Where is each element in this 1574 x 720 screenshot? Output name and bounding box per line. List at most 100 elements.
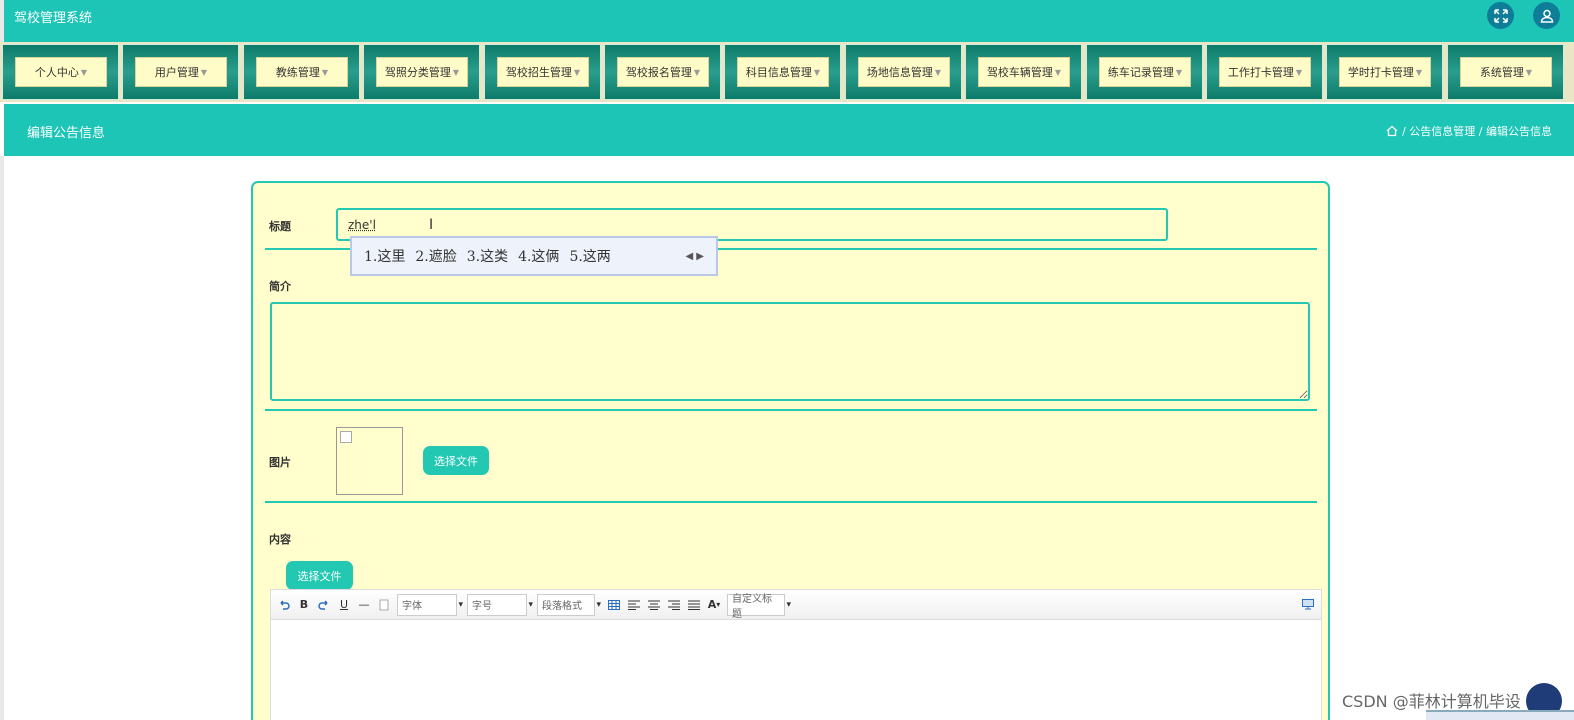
editor-toolbar: B U — 字体 字号 段落格式 A▾ 自定义标题 bbox=[271, 590, 1321, 620]
nav-item-coach-management[interactable]: 教练管理 ▼ bbox=[243, 44, 360, 100]
align-center-icon[interactable] bbox=[647, 596, 661, 614]
nav-button[interactable]: 驾校报名管理 ▼ bbox=[617, 57, 709, 87]
nav-label: 驾校报名管理 bbox=[625, 66, 692, 79]
redo-icon[interactable] bbox=[317, 596, 331, 614]
undo-icon[interactable] bbox=[277, 596, 291, 614]
nav-item-enrollment[interactable]: 驾校招生管理 ▼ bbox=[484, 44, 601, 100]
nav-button[interactable]: 驾校车辆管理 ▼ bbox=[978, 57, 1070, 87]
top-bar: 驾校管理系统 bbox=[0, 0, 1574, 42]
nav-item-venue-info[interactable]: 场地信息管理 ▼ bbox=[845, 44, 962, 100]
caret-down-icon: ▼ bbox=[80, 67, 88, 77]
image-label: 图片 bbox=[269, 456, 291, 469]
caret-down-icon: ▼ bbox=[452, 67, 460, 77]
table-icon[interactable] bbox=[607, 596, 621, 614]
fullscreen-button[interactable] bbox=[1487, 2, 1514, 29]
nav-button[interactable]: 驾校招生管理 ▼ bbox=[497, 57, 589, 87]
nav-button[interactable]: 科目信息管理 ▼ bbox=[737, 57, 829, 87]
nav-button[interactable]: 系统管理 ▼ bbox=[1460, 57, 1552, 87]
page-header: 编辑公告信息 / 公告信息管理 / 编辑公告信息 bbox=[4, 104, 1574, 156]
nav-item-hours-checkin[interactable]: 学时打卡管理 ▼ bbox=[1326, 44, 1443, 100]
nav-label: 练车记录管理 bbox=[1107, 66, 1174, 79]
nav-item-work-checkin[interactable]: 工作打卡管理 ▼ bbox=[1206, 44, 1323, 100]
caret-down-icon: ▼ bbox=[573, 67, 581, 77]
image-preview bbox=[336, 427, 403, 495]
left-edge bbox=[0, 156, 4, 720]
broken-image-icon bbox=[340, 431, 352, 443]
horizontal-rule-button[interactable]: — bbox=[357, 596, 371, 614]
nav-item-personal-center[interactable]: 个人中心 ▼ bbox=[2, 44, 119, 100]
align-right-icon[interactable] bbox=[667, 596, 681, 614]
font-size-select[interactable]: 字号 bbox=[467, 593, 533, 616]
caret-down-icon: ▼ bbox=[1525, 67, 1533, 77]
underline-button[interactable]: U bbox=[337, 596, 351, 614]
nav-button[interactable]: 用户管理 ▼ bbox=[135, 57, 227, 87]
align-left-icon[interactable] bbox=[627, 596, 641, 614]
nav-item-practice-records[interactable]: 练车记录管理 ▼ bbox=[1086, 44, 1203, 100]
bold-button[interactable]: B bbox=[297, 596, 311, 614]
watermark: CSDN @菲林计算机毕设 bbox=[1342, 692, 1521, 711]
divider bbox=[265, 501, 1317, 503]
intro-textarea[interactable] bbox=[270, 302, 1310, 401]
caret-down-icon: ▼ bbox=[813, 67, 821, 77]
main-nav: 个人中心 ▼ 用户管理 ▼ 教练管理 ▼ 驾照分类管理 ▼ 驾校招生管理 ▼ 驾校报名管理… bbox=[0, 42, 1574, 102]
nav-button[interactable]: 场地信息管理 ▼ bbox=[858, 57, 950, 87]
nav-button[interactable]: 教练管理 ▼ bbox=[256, 57, 348, 87]
nav-button[interactable]: 工作打卡管理 ▼ bbox=[1219, 57, 1311, 87]
ime-candidate-popup: 1.这里 2.遮脸 3.这类 4.这俩 5.这两 ◀ ▶ bbox=[350, 236, 718, 276]
edit-form: 标题 I 简介 图片 选择文件 内容 选择文件 B U — 字体 字号 段落格式… bbox=[251, 181, 1330, 720]
nav-item-license-category[interactable]: 驾照分类管理 ▼ bbox=[363, 44, 480, 100]
justify-icon[interactable] bbox=[687, 596, 701, 614]
paragraph-format-select[interactable]: 段落格式 bbox=[537, 593, 601, 616]
font-color-label: A bbox=[707, 598, 717, 611]
nav-item-user-management[interactable]: 用户管理 ▼ bbox=[122, 44, 239, 100]
caret-down-icon: ▼ bbox=[321, 67, 329, 77]
divider bbox=[265, 409, 1317, 411]
nav-label: 驾校招生管理 bbox=[505, 66, 572, 79]
caret-down-icon: ▼ bbox=[934, 67, 942, 77]
caret-down-icon: ▼ bbox=[1054, 67, 1062, 77]
nav-label: 教练管理 bbox=[275, 66, 320, 79]
caret-down-icon: ▼ bbox=[1175, 67, 1183, 77]
choose-image-button[interactable]: 选择文件 bbox=[423, 446, 489, 475]
user-button[interactable] bbox=[1533, 2, 1560, 29]
text-cursor-icon: I bbox=[429, 217, 434, 233]
custom-title-select[interactable]: 自定义标题 bbox=[727, 593, 791, 620]
font-color-button[interactable]: A ▾ bbox=[707, 596, 721, 614]
fullscreen-icon bbox=[1493, 8, 1508, 23]
caret-down-icon: ▼ bbox=[1295, 67, 1303, 77]
nav-item-system[interactable]: 系统管理 ▼ bbox=[1447, 44, 1564, 100]
nav-label: 学时打卡管理 bbox=[1347, 66, 1414, 79]
nav-label: 用户管理 bbox=[154, 66, 199, 79]
content-choose-file-button[interactable]: 选择文件 bbox=[286, 561, 353, 590]
app-title: 驾校管理系统 bbox=[14, 11, 93, 26]
rich-text-editor[interactable]: B U — 字体 字号 段落格式 A▾ 自定义标题 bbox=[270, 589, 1322, 720]
page-icon[interactable] bbox=[377, 596, 391, 614]
monitor-icon[interactable] bbox=[1301, 596, 1315, 614]
nav-button[interactable]: 驾照分类管理 ▼ bbox=[376, 57, 468, 87]
ime-candidate[interactable]: 3.这类 bbox=[467, 246, 508, 266]
nav-item-registration[interactable]: 驾校报名管理 ▼ bbox=[604, 44, 721, 100]
ime-candidate[interactable]: 2.遮脸 bbox=[415, 246, 456, 266]
nav-button[interactable]: 练车记录管理 ▼ bbox=[1099, 57, 1191, 87]
breadcrumb: / 公告信息管理 / 编辑公告信息 bbox=[1386, 123, 1552, 139]
breadcrumb-text[interactable]: / 公告信息管理 / 编辑公告信息 bbox=[1402, 123, 1552, 139]
nav-label: 工作打卡管理 bbox=[1227, 66, 1294, 79]
ime-candidate[interactable]: 1.这里 bbox=[364, 246, 405, 266]
font-family-select[interactable]: 字体 bbox=[397, 593, 463, 616]
home-icon[interactable] bbox=[1386, 125, 1398, 137]
floating-widget bbox=[1426, 710, 1574, 720]
nav-button[interactable]: 个人中心 ▼ bbox=[15, 57, 107, 87]
content-label: 内容 bbox=[269, 533, 291, 546]
caret-down-icon: ▼ bbox=[200, 67, 208, 77]
ime-candidate[interactable]: 5.这两 bbox=[569, 246, 610, 266]
nav-item-vehicles[interactable]: 驾校车辆管理 ▼ bbox=[965, 44, 1082, 100]
nav-item-subject-info[interactable]: 科目信息管理 ▼ bbox=[724, 44, 841, 100]
page-title: 编辑公告信息 bbox=[27, 126, 106, 141]
nav-label: 驾校车辆管理 bbox=[986, 66, 1053, 79]
ime-candidate[interactable]: 4.这俩 bbox=[518, 246, 559, 266]
nav-label: 个人中心 bbox=[34, 66, 79, 79]
caret-down-icon: ▼ bbox=[693, 67, 701, 77]
ime-page-arrows-icon[interactable]: ◀ ▶ bbox=[685, 251, 704, 262]
nav-label: 驾照分类管理 bbox=[384, 66, 451, 79]
nav-button[interactable]: 学时打卡管理 ▼ bbox=[1339, 57, 1431, 87]
